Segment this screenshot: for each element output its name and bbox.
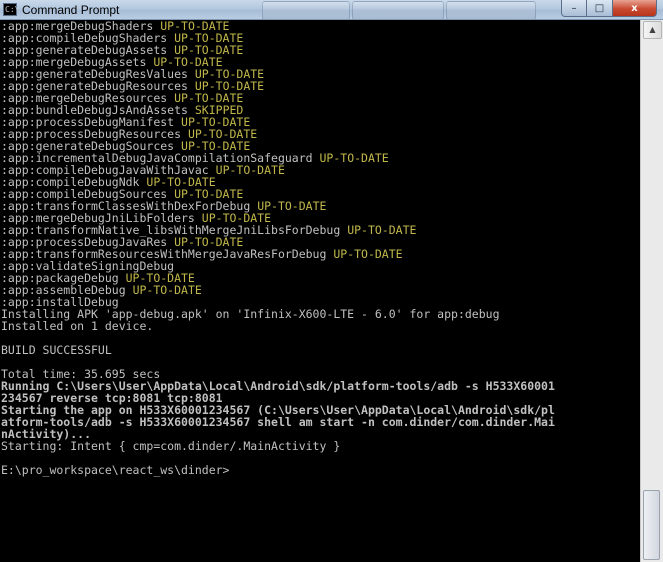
task-status: UP-TO-DATE (333, 247, 403, 261)
task-status: UP-TO-DATE (347, 223, 417, 237)
maximize-button[interactable]: □ (587, 0, 613, 17)
console-line-text: E:\pro_workspace\react_ws\dinder> (1, 463, 230, 477)
cmd-icon: C:\ (3, 3, 20, 16)
window-title: Command Prompt (22, 3, 120, 17)
console-text: :app:mergeDebugShaders UP-TO-DATE:app:co… (0, 20, 640, 476)
console-line: Installed on 1 device. (1, 320, 640, 332)
console-line: atform-tools/adb -s H533X60001234567 she… (1, 416, 640, 428)
minimize-button[interactable]: – (561, 0, 587, 17)
console-line: BUILD SUCCESSFUL (1, 344, 640, 356)
title-bar[interactable]: C:\ Command Prompt – □ x (0, 0, 663, 20)
console-line: Starting: Intent { cmp=com.dinder/.MainA… (1, 440, 640, 452)
console-line-text: Installed on 1 device. (1, 319, 154, 333)
background-taskbar-item (446, 1, 536, 20)
task-status: UP-TO-DATE (132, 283, 202, 297)
task-status: UP-TO-DATE (319, 151, 389, 165)
background-taskbar-item (352, 1, 444, 20)
task-status: UP-TO-DATE (215, 163, 285, 177)
background-taskbar-item (262, 1, 350, 20)
window-controls: – □ x (561, 0, 657, 19)
scroll-up-arrow-icon[interactable]: ▲ (643, 21, 662, 39)
console-line-text: BUILD SUCCESSFUL (1, 343, 112, 357)
vertical-scrollbar[interactable]: ▲ (640, 20, 663, 562)
scrollbar-thumb[interactable] (643, 490, 660, 560)
close-button[interactable]: x (613, 0, 657, 17)
console-line: E:\pro_workspace\react_ws\dinder> (1, 464, 640, 476)
console-output[interactable]: :app:mergeDebugShaders UP-TO-DATE:app:co… (0, 20, 640, 562)
console-line-text: Starting: Intent { cmp=com.dinder/.MainA… (1, 439, 341, 453)
command-prompt-window: C:\ Command Prompt – □ x :app:mergeDebug… (0, 0, 663, 562)
